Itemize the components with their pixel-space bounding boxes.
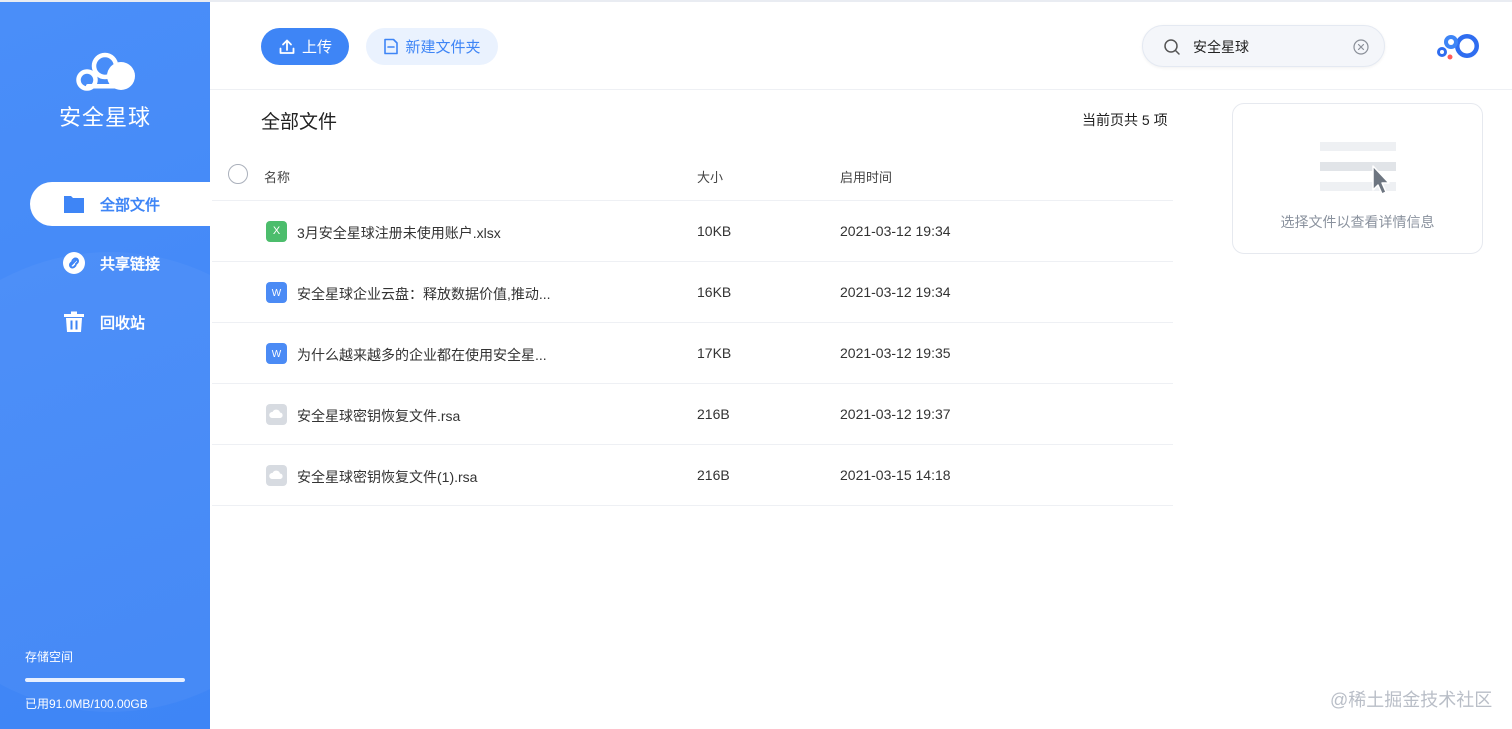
- table-row[interactable]: W 为什么越来越多的企业都在使用安全星... 17KB 2021-03-12 1…: [212, 323, 1173, 384]
- file-name[interactable]: 安全星球密钥恢复文件.rsa: [297, 406, 460, 426]
- storage-label: 存储空间: [25, 650, 74, 664]
- file-time: 2021-03-12 19:35: [840, 345, 951, 361]
- file-size: 17KB: [697, 345, 732, 361]
- select-file-illustration-icon: [1320, 142, 1396, 195]
- sidebar-item-label: 共享链接: [100, 255, 161, 273]
- file-time: 2021-03-15 14:18: [840, 467, 951, 483]
- storage-used-text: 已用91.0MB/100.00GB: [25, 697, 148, 711]
- sidebar-item-label: 全部文件: [100, 196, 161, 214]
- search-icon: [1164, 39, 1180, 55]
- logo-text: 安全星球: [58, 105, 151, 130]
- file-name[interactable]: 安全星球密钥恢复文件(1).rsa: [297, 467, 477, 487]
- trash-icon: [64, 311, 84, 332]
- column-header-time[interactable]: 启用时间: [840, 167, 892, 186]
- file-name[interactable]: 安全星球企业云盘：释放数据价值,推动...: [297, 284, 551, 304]
- cloud-logo-icon: [76, 52, 135, 91]
- new-folder-button-label: 新建文件夹: [405, 39, 481, 56]
- cloud-file-icon: [269, 409, 283, 418]
- table-row[interactable]: W 安全星球企业云盘：释放数据价值,推动... 16KB 2021-03-12 …: [212, 262, 1173, 323]
- cloud-file-icon: [269, 470, 283, 479]
- sidebar-item-shared-links[interactable]: 共享链接: [0, 241, 210, 285]
- table-header: 名称 大小 启用时间: [212, 146, 1173, 201]
- upload-button[interactable]: 上传: [261, 28, 349, 65]
- folder-icon: [64, 196, 84, 213]
- file-size: 16KB: [697, 284, 732, 300]
- search-input[interactable]: [1193, 36, 1343, 58]
- word-file-icon: W: [266, 343, 287, 364]
- file-size: 10KB: [697, 223, 732, 239]
- user-avatar-icon[interactable]: [1436, 30, 1482, 62]
- page-title: 全部文件: [261, 112, 338, 133]
- file-table: 名称 大小 启用时间 X 3月安全星球注册未使用账户.xlsx 10KB 202…: [212, 146, 1173, 506]
- file-time: 2021-03-12 19:37: [840, 406, 951, 422]
- detail-empty-text: 选择文件以查看详情信息: [1280, 214, 1435, 230]
- column-header-name[interactable]: 名称: [264, 167, 290, 186]
- generic-file-icon: [266, 404, 287, 425]
- logo[interactable]: 安全星球: [0, 52, 210, 132]
- generic-file-icon: [266, 465, 287, 486]
- clear-search-icon[interactable]: [1353, 39, 1369, 55]
- select-all-checkbox[interactable]: [228, 164, 248, 184]
- file-name[interactable]: 为什么越来越多的企业都在使用安全星...: [297, 345, 547, 365]
- word-file-icon: W: [266, 282, 287, 303]
- detail-panel: 选择文件以查看详情信息: [1232, 103, 1483, 254]
- storage-info: 存储空间 已用91.0MB/100.00GB: [25, 648, 185, 712]
- sidebar-item-label: 回收站: [100, 314, 146, 332]
- sidebar-item-recycle-bin[interactable]: 回收站: [0, 300, 210, 344]
- file-size: 216B: [697, 406, 730, 422]
- upload-button-label: 上传: [301, 39, 332, 56]
- new-folder-icon: [384, 38, 399, 55]
- search-box: [1142, 25, 1385, 67]
- table-row[interactable]: 安全星球密钥恢复文件.rsa 216B 2021-03-12 19:37: [212, 384, 1173, 445]
- excel-file-icon: X: [266, 221, 287, 242]
- link-icon: [63, 252, 85, 274]
- top-header: 上传 新建文件夹: [210, 2, 1512, 90]
- file-time: 2021-03-12 19:34: [840, 284, 951, 300]
- file-name[interactable]: 3月安全星球注册未使用账户.xlsx: [297, 223, 501, 243]
- table-row[interactable]: 安全星球密钥恢复文件(1).rsa 216B 2021-03-15 14:18: [212, 445, 1173, 506]
- new-folder-button[interactable]: 新建文件夹: [366, 28, 498, 65]
- storage-progress-fill: [25, 678, 185, 682]
- sidebar-item-all-files[interactable]: 全部文件: [30, 182, 210, 226]
- watermark: @稀土掘金技术社区: [1330, 690, 1493, 710]
- file-time: 2021-03-12 19:34: [840, 223, 951, 239]
- file-size: 216B: [697, 467, 730, 483]
- upload-icon: [279, 39, 295, 54]
- column-header-size[interactable]: 大小: [697, 167, 723, 186]
- sidebar-nav: 全部文件 共享链接 回收站: [0, 182, 210, 359]
- item-count: 当前页共 5 项: [1082, 112, 1168, 128]
- sidebar: 安全星球 全部文件 共享链接 回收站 存储空间 已用91.0MB/100.00G…: [0, 2, 210, 729]
- table-row[interactable]: X 3月安全星球注册未使用账户.xlsx 10KB 2021-03-12 19:…: [212, 201, 1173, 262]
- storage-progress-bar: [25, 678, 185, 682]
